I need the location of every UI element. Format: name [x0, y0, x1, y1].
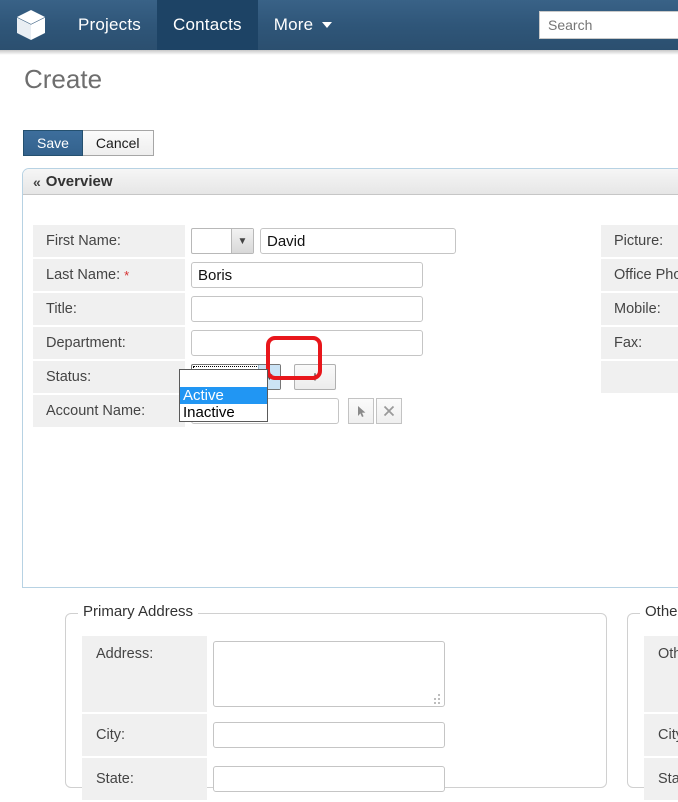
right-column-spacer	[601, 361, 678, 395]
picture-label: Picture:	[601, 225, 678, 259]
first-name-label-text: First Name:	[46, 233, 121, 249]
primary-address-fieldset: Primary Address Address: City: State:	[65, 603, 607, 802]
status-label: Status:	[33, 361, 185, 395]
last-name-value	[185, 259, 423, 293]
cancel-button[interactable]: Cancel	[82, 130, 154, 156]
title-input[interactable]	[191, 296, 423, 322]
top-navbar: Projects Contacts More	[0, 0, 678, 50]
primary-address-address-label: Address:	[82, 636, 207, 714]
office-phone-label-text: Office Phone:	[614, 267, 678, 283]
other-address-table: Other Address: City: State:	[644, 636, 678, 802]
status-dropdown-list[interactable]: Active Inactive	[179, 369, 268, 422]
department-value	[185, 327, 423, 361]
primary-address-row-state: State:	[82, 758, 445, 802]
primary-address-city-label: City:	[82, 714, 207, 758]
primary-address-textarea[interactable]	[213, 641, 445, 707]
other-address-state-label-text: State:	[658, 771, 678, 787]
title-value	[185, 293, 423, 327]
primary-address-row-address: Address:	[82, 636, 445, 714]
right-detail-column: Picture: Office Phone: Mobile: Fax:	[601, 225, 678, 395]
picture-label-text: Picture:	[614, 233, 664, 249]
other-address-row-address: Other Address:	[644, 636, 678, 714]
resize-grip-icon[interactable]	[432, 694, 442, 704]
primary-address-city-input[interactable]	[213, 722, 445, 748]
nav-item-contacts[interactable]: Contacts	[157, 0, 258, 50]
primary-address-city-label-text: City:	[96, 727, 125, 743]
other-address-city-label-text: City:	[658, 727, 678, 743]
form-row-department: Department:	[33, 327, 456, 361]
fax-label: Fax:	[601, 327, 678, 361]
last-name-label-text: Last Name:	[46, 267, 121, 283]
primary-address-address-label-text: Address:	[96, 646, 154, 662]
primary-address-row-city: City:	[82, 714, 445, 758]
first-name-input[interactable]	[260, 228, 456, 254]
title-label-text: Title:	[46, 301, 77, 317]
form-row-first-name: First Name: ▼	[33, 225, 456, 259]
fax-label-text: Fax:	[614, 335, 643, 351]
page-title: Create	[24, 64, 103, 94]
other-address-legend: Other Address	[640, 603, 678, 620]
form-row-title: Title:	[33, 293, 456, 327]
primary-address-state-input[interactable]	[213, 766, 445, 792]
chevron-down-icon: ▼	[231, 229, 253, 253]
status-label-text: Status:	[46, 369, 92, 385]
status-option-active[interactable]: Active	[180, 387, 267, 404]
primary-address-state-value	[207, 758, 445, 802]
cursor-arrow-icon	[357, 405, 365, 417]
nav-item-projects[interactable]: Projects	[62, 0, 157, 50]
overview-panel: « Overview First Name: ▼ Last N	[22, 168, 678, 802]
chevron-double-up-icon[interactable]: «	[33, 175, 41, 189]
close-x-icon	[383, 405, 395, 417]
other-address-fieldset: Other Address Other Address: City: State…	[627, 603, 678, 802]
app-logo[interactable]	[0, 0, 62, 50]
title-label: Title:	[33, 293, 185, 327]
account-name-label: Account Name:	[33, 395, 185, 429]
primary-address-address-value	[207, 636, 445, 714]
required-asterisk: *	[124, 267, 130, 283]
form-row-last-name: Last Name: *	[33, 259, 456, 293]
nav-item-more[interactable]: More	[258, 0, 349, 50]
add-status-button[interactable]: +	[294, 364, 336, 390]
primary-address-legend: Primary Address	[78, 603, 199, 620]
last-name-label: Last Name: *	[33, 259, 185, 293]
primary-address-city-value	[207, 714, 445, 758]
first-name-label: First Name:	[33, 225, 185, 259]
nav-item-more-label: More	[273, 15, 314, 34]
account-name-lookup-button[interactable]	[348, 398, 374, 424]
primary-address-table: Address: City: State:	[82, 636, 445, 802]
cube-logo-icon	[17, 10, 45, 40]
other-address-city-label: City:	[644, 714, 678, 758]
status-option-inactive[interactable]: Inactive	[180, 404, 267, 421]
mobile-label-text: Mobile:	[614, 301, 661, 317]
department-label-text: Department:	[46, 335, 126, 351]
salutation-select[interactable]: ▼	[191, 228, 254, 254]
department-input[interactable]	[191, 330, 423, 356]
other-address-state-label: State:	[644, 758, 678, 802]
navbar-shadow	[0, 50, 678, 55]
save-button[interactable]: Save	[23, 130, 83, 156]
nav-item-projects-label: Projects	[78, 15, 142, 34]
overview-panel-title: Overview	[45, 173, 113, 190]
other-address-row-city: City:	[644, 714, 678, 758]
chevron-down-icon	[322, 22, 333, 28]
account-name-clear-button[interactable]	[376, 398, 402, 424]
account-name-label-text: Account Name:	[46, 403, 146, 419]
last-name-input[interactable]	[191, 262, 423, 288]
primary-address-state-label-text: State:	[96, 771, 134, 787]
mobile-label: Mobile:	[601, 293, 678, 327]
department-label: Department:	[33, 327, 185, 361]
action-toolbar: Save Cancel	[23, 130, 154, 156]
other-address-address-label: Other Address:	[644, 636, 678, 714]
search-input[interactable]	[539, 11, 678, 39]
status-option-blank[interactable]	[180, 370, 267, 387]
other-address-row-state: State:	[644, 758, 678, 802]
overview-panel-header[interactable]: « Overview	[23, 169, 678, 195]
nav-item-contacts-label: Contacts	[173, 15, 242, 34]
first-name-value: ▼	[185, 225, 456, 259]
primary-address-state-label: State:	[82, 758, 207, 802]
other-address-address-label-text: Other Address:	[658, 646, 678, 662]
office-phone-label: Office Phone:	[601, 259, 678, 293]
